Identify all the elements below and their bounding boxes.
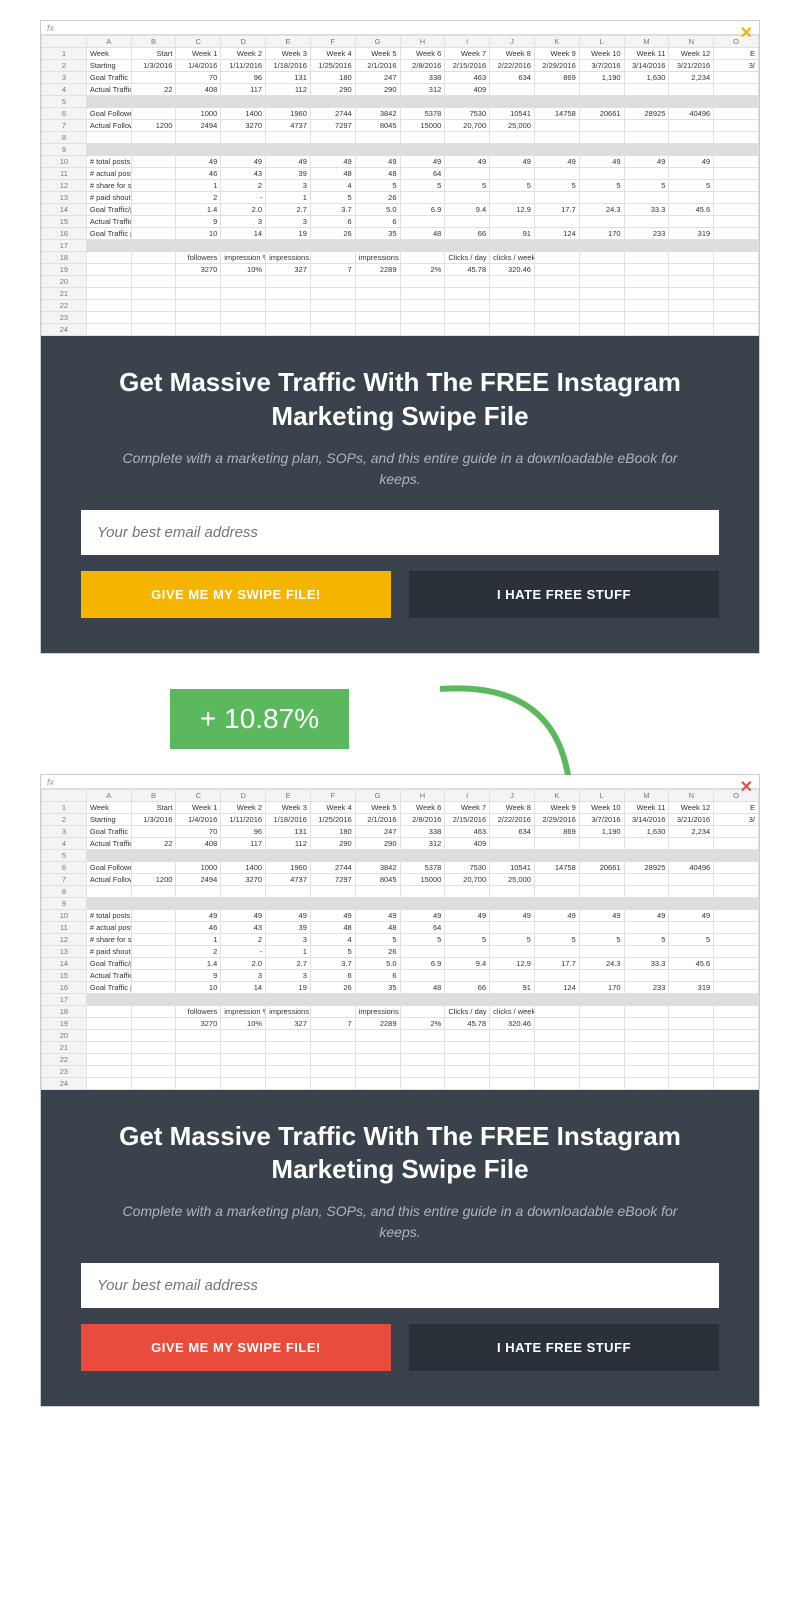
- optin-subtext: Complete with a marketing plan, SOPs, an…: [81, 448, 719, 490]
- primary-cta-button[interactable]: GIVE ME MY SWIPE FILE!: [81, 1324, 391, 1371]
- table-row: 21: [42, 288, 759, 300]
- table-row: 7Actual Followers12002494327047377297804…: [42, 873, 759, 885]
- table-row: 22: [42, 1053, 759, 1065]
- table-row: 9: [42, 144, 759, 156]
- secondary-cta-button[interactable]: I HATE FREE STUFF: [409, 571, 719, 618]
- table-row: 2Starting1/3/20161/4/20161/11/20161/18/2…: [42, 60, 759, 72]
- email-input[interactable]: [81, 1263, 719, 1308]
- comparison-indicator: + 10.87%: [40, 664, 760, 774]
- spreadsheet-a: ✕ fx ABCDEFGHIJKLMNO1WeekStartWeek 1Week…: [41, 21, 759, 336]
- table-row: 3Goal Traffic70961311802473384636348691,…: [42, 72, 759, 84]
- optin-form-b: Get Massive Traffic With The FREE Instag…: [41, 1090, 759, 1407]
- table-row: 4Actual Traffic22408117112290290312409: [42, 837, 759, 849]
- table-row: 11# actual posts464339484864: [42, 168, 759, 180]
- table-row: 5: [42, 96, 759, 108]
- optin-subtext: Complete with a marketing plan, SOPs, an…: [81, 1201, 719, 1243]
- table-row: 3Goal Traffic70961311802473384636348691,…: [42, 825, 759, 837]
- table-row: 23: [42, 312, 759, 324]
- table-row: 19327010%327722892%45.78320.46: [42, 264, 759, 276]
- table-row: 20: [42, 1029, 759, 1041]
- table-row: 23: [42, 1065, 759, 1077]
- data-table: ABCDEFGHIJKLMNO1WeekStartWeek 1Week 2Wee…: [41, 35, 759, 336]
- data-table: ABCDEFGHIJKLMNO1WeekStartWeek 1Week 2Wee…: [41, 789, 759, 1090]
- email-input[interactable]: [81, 510, 719, 555]
- variant-a: ✕ fx ABCDEFGHIJKLMNO1WeekStartWeek 1Week…: [40, 20, 760, 654]
- table-row: 21: [42, 1041, 759, 1053]
- table-row: 16Goal Traffic per CTA post1014192635486…: [42, 228, 759, 240]
- spreadsheet-b: ✕ fx ABCDEFGHIJKLMNO1WeekStartWeek 1Week…: [41, 775, 759, 1090]
- table-row: 24: [42, 324, 759, 336]
- table-row: 15Actual Traffic/post93366: [42, 216, 759, 228]
- table-row: 12# share for shares123455555555: [42, 933, 759, 945]
- formula-bar: fx: [41, 775, 759, 789]
- table-row: 7Actual Followers12002494327047377297804…: [42, 120, 759, 132]
- table-row: 13# paid shoutouts2-1526: [42, 192, 759, 204]
- table-row: 19327010%327722892%45.78320.46: [42, 1017, 759, 1029]
- table-row: 16Goal Traffic per CTA post1014192635486…: [42, 981, 759, 993]
- table-row: 6Goal Followers1000140019602744384253787…: [42, 861, 759, 873]
- table-row: 12# share for shares123455555555: [42, 180, 759, 192]
- table-row: 10# total posts494949494949494949494949: [42, 909, 759, 921]
- table-row: 14Goal Traffic/post1.42.02.73.75.06.99.4…: [42, 957, 759, 969]
- table-row: 17: [42, 993, 759, 1005]
- variant-b: ✕ fx ABCDEFGHIJKLMNO1WeekStartWeek 1Week…: [40, 774, 760, 1408]
- secondary-cta-button[interactable]: I HATE FREE STUFF: [409, 1324, 719, 1371]
- table-row: 9: [42, 897, 759, 909]
- optin-form-a: Get Massive Traffic With The FREE Instag…: [41, 336, 759, 653]
- table-row: 13# paid shoutouts2-1526: [42, 945, 759, 957]
- table-row: 8: [42, 885, 759, 897]
- table-row: 24: [42, 1077, 759, 1089]
- optin-heading: Get Massive Traffic With The FREE Instag…: [81, 1120, 719, 1188]
- table-row: 1WeekStartWeek 1Week 2Week 3Week 4Week 5…: [42, 801, 759, 813]
- table-row: 18followersimpression %impressions / pos…: [42, 252, 759, 264]
- uplift-badge: + 10.87%: [170, 689, 349, 749]
- table-row: 22: [42, 300, 759, 312]
- table-row: 14Goal Traffic/post1.42.02.73.75.06.99.4…: [42, 204, 759, 216]
- primary-cta-button[interactable]: GIVE ME MY SWIPE FILE!: [81, 571, 391, 618]
- table-row: 5: [42, 849, 759, 861]
- table-row: 11# actual posts464339484864: [42, 921, 759, 933]
- table-row: 15Actual Traffic/post93366: [42, 969, 759, 981]
- table-row: 4Actual Traffic22408117112290290312409: [42, 84, 759, 96]
- table-row: 8: [42, 132, 759, 144]
- table-row: 2Starting1/3/20161/4/20161/11/20161/18/2…: [42, 813, 759, 825]
- table-row: 17: [42, 240, 759, 252]
- optin-heading: Get Massive Traffic With The FREE Instag…: [81, 366, 719, 434]
- close-icon[interactable]: ✕: [740, 777, 753, 797]
- close-icon[interactable]: ✕: [740, 23, 753, 43]
- table-row: 20: [42, 276, 759, 288]
- table-row: 10# total posts494949494949494949494949: [42, 156, 759, 168]
- table-row: 6Goal Followers1000140019602744384253787…: [42, 108, 759, 120]
- table-row: 1WeekStartWeek 1Week 2Week 3Week 4Week 5…: [42, 48, 759, 60]
- formula-bar: fx: [41, 21, 759, 35]
- table-row: 18followersimpression %impressions / pos…: [42, 1005, 759, 1017]
